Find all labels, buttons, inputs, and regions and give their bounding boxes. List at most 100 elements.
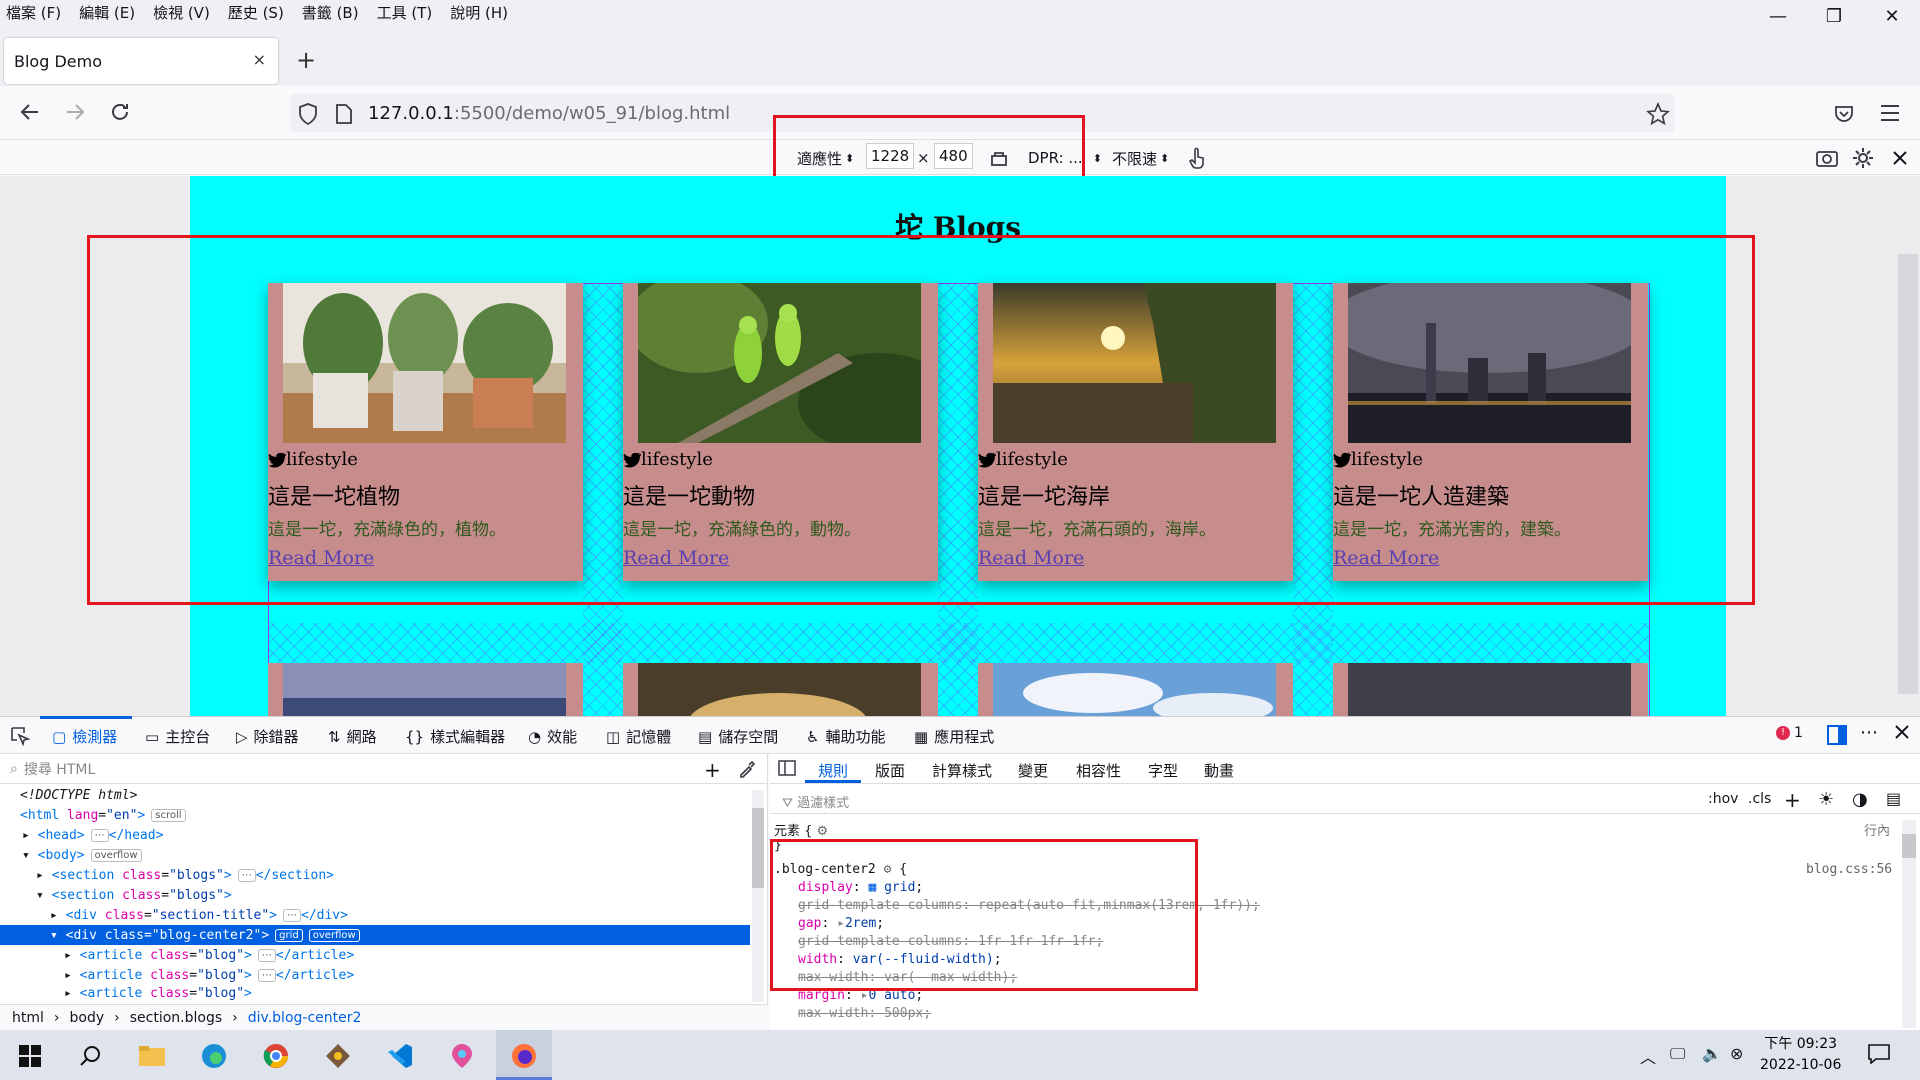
notification-off-icon[interactable]: ⊗ — [1730, 1044, 1743, 1063]
throttle-select[interactable]: 不限速 ⬍ — [1112, 146, 1169, 170]
tab-storage[interactable]: ▤ 儲存空間 — [698, 726, 778, 747]
eyedropper-icon[interactable] — [738, 760, 756, 778]
tab-computed[interactable]: 計算樣式 — [932, 760, 992, 781]
tree-node-html[interactable]: < html lang = "en" > scroll — [0, 805, 750, 825]
vscode-icon[interactable] — [380, 1036, 420, 1076]
add-node-icon[interactable]: + — [704, 758, 721, 782]
viewport-scrollbar[interactable] — [1898, 254, 1918, 694]
page-icon[interactable] — [336, 104, 352, 124]
toggle-sidebar-icon[interactable] — [778, 760, 796, 776]
markup-scrollbar[interactable] — [752, 790, 764, 1002]
edge-icon[interactable] — [194, 1036, 234, 1076]
close-devtools-icon[interactable] — [1894, 724, 1910, 740]
tray-chevron-icon[interactable]: ︿ — [1640, 1044, 1656, 1068]
expand-arrow-icon[interactable]: ▸ — [64, 986, 72, 1001]
gear-icon[interactable]: ⚙ — [817, 824, 829, 839]
tree-node-section[interactable]: ▸ < section class = "blogs" > ⋯ </section> — [0, 865, 750, 885]
tree-node-div-section-title[interactable]: ▸ < div class = "section-title" > ⋯ </div> — [0, 905, 750, 925]
tab-compatibility[interactable]: 相容性 — [1076, 760, 1121, 781]
breadcrumb-item[interactable]: section.blogs — [130, 1010, 222, 1026]
tab-layout[interactable]: 版面 — [875, 760, 905, 781]
action-center-icon[interactable] — [1868, 1044, 1890, 1064]
tab-network[interactable]: ⇅ 網路 — [328, 726, 377, 747]
tab-close-icon[interactable]: × — [253, 50, 266, 69]
paint-app-icon[interactable] — [442, 1036, 482, 1076]
grid-badge[interactable]: grid — [275, 928, 303, 942]
collapsed-badge[interactable]: ⋯ — [90, 828, 109, 842]
tree-node-article[interactable]: ▸ < article class = "blog" > — [0, 985, 750, 1001]
tab-blog-demo[interactable]: Blog Demo × — [4, 38, 278, 84]
tree-node-article[interactable]: ▸ < article class = "blog" > ⋯ </article> — [0, 965, 750, 985]
breadcrumb-item[interactable]: body — [70, 1010, 105, 1026]
forward-icon[interactable] — [63, 100, 87, 124]
tab-rules[interactable]: 規則 — [818, 760, 848, 781]
windows-start-icon[interactable] — [10, 1036, 50, 1076]
clock[interactable]: 下午 09:23 2022-10-06 — [1760, 1034, 1841, 1076]
tab-changes[interactable]: 變更 — [1018, 760, 1048, 781]
more-options-icon[interactable]: ⋯ — [1860, 722, 1878, 743]
file-explorer-icon[interactable] — [132, 1036, 172, 1076]
screenshot-icon[interactable] — [1816, 146, 1838, 170]
menu-tools[interactable]: 工具 (T) — [377, 2, 433, 23]
bookmark-star-icon[interactable] — [1646, 102, 1670, 126]
light-scheme-icon[interactable]: ☀ — [1818, 789, 1834, 810]
overflow-badge[interactable]: overflow — [90, 848, 142, 862]
pocket-icon[interactable] — [1834, 104, 1854, 124]
error-count-badge[interactable]: ! 1 — [1776, 725, 1803, 741]
tab-style-editor[interactable]: {} 樣式編輯器 — [405, 726, 505, 747]
breadcrumb-item-current[interactable]: div.blog-center2 — [248, 1010, 362, 1026]
menu-bookmarks[interactable]: 書籤 (B) — [302, 2, 359, 23]
css-declaration-overridden[interactable]: max-width: 500px; — [798, 1006, 931, 1021]
search-icon[interactable] — [70, 1036, 110, 1076]
tree-node-doctype[interactable]: <!DOCTYPE html> — [0, 785, 750, 805]
settings-gear-icon[interactable] — [1852, 146, 1874, 170]
element-picker-icon[interactable] — [10, 726, 30, 746]
collapsed-badge[interactable]: ⋯ — [237, 868, 256, 882]
tree-node-div-blog-center2[interactable]: ▾ < div class = "blog-center2" > grid overflow — [0, 925, 750, 945]
touch-simulation-icon[interactable] — [1188, 146, 1206, 170]
new-tab-button[interactable]: + — [296, 46, 316, 74]
overflow-badge[interactable]: overflow — [308, 928, 360, 942]
cls-toggle[interactable]: .cls — [1748, 791, 1771, 807]
back-icon[interactable] — [18, 100, 42, 124]
tab-memory[interactable]: ◫ 記憶體 — [606, 726, 671, 747]
tab-inspector[interactable]: ▢ 檢測器 — [52, 726, 117, 747]
collapse-arrow-icon[interactable]: ▾ — [22, 848, 30, 863]
menu-help[interactable]: 說明 (H) — [450, 2, 508, 23]
menu-history[interactable]: 歷史 (S) — [228, 2, 284, 23]
dock-side-icon[interactable] — [1826, 724, 1848, 746]
tree-node-article[interactable]: ▸ < article class = "blog" > ⋯ </article> — [0, 945, 750, 965]
collapsed-badge[interactable]: ⋯ — [283, 908, 301, 922]
search-html-input[interactable]: ⌕ 搜尋 HTML — [0, 754, 768, 784]
volume-icon[interactable]: 🔈 — [1702, 1044, 1722, 1063]
menu-edit[interactable]: 編輯 (E) — [79, 2, 135, 23]
firefox-icon[interactable] — [504, 1036, 544, 1076]
hamburger-menu-icon[interactable] — [1880, 104, 1900, 122]
menu-view[interactable]: 檢視 (V) — [153, 2, 210, 23]
tree-node-section[interactable]: ▾ < section class = "blogs" > — [0, 885, 750, 905]
tab-fonts[interactable]: 字型 — [1148, 760, 1178, 781]
git-app-icon[interactable] — [318, 1036, 358, 1076]
collapse-arrow-icon[interactable]: ▾ — [50, 928, 58, 943]
tab-performance[interactable]: ◔ 效能 — [528, 726, 577, 747]
menu-file[interactable]: 檔案 (F) — [6, 2, 61, 23]
rule-source-link[interactable]: blog.css:56 — [1806, 862, 1892, 877]
tab-accessibility[interactable]: ♿ 輔助功能 — [806, 726, 885, 747]
add-rule-icon[interactable]: + — [1784, 788, 1801, 812]
tab-debugger[interactable]: ▷ 除錯器 — [236, 726, 299, 747]
chrome-icon[interactable] — [256, 1036, 296, 1076]
hov-toggle[interactable]: :hov — [1708, 791, 1738, 807]
expand-arrow-icon[interactable]: ▸ — [22, 828, 30, 843]
scroll-badge[interactable]: scroll — [151, 808, 186, 822]
rules-scrollbar[interactable] — [1902, 820, 1916, 1028]
expand-arrow-icon[interactable]: ▸ — [64, 968, 72, 983]
collapsed-badge[interactable]: ⋯ — [257, 948, 276, 962]
tree-node-head[interactable]: ▸ < head > ⋯ </head> — [0, 825, 750, 845]
shield-icon[interactable] — [298, 103, 318, 125]
print-media-icon[interactable]: ▤ — [1886, 789, 1901, 808]
expand-arrow-icon[interactable]: ▸ — [36, 868, 44, 883]
breadcrumb-item[interactable]: html — [12, 1010, 44, 1026]
expand-arrow-icon[interactable]: ▸ — [64, 948, 72, 963]
tree-node-body[interactable]: ▾ < body > overflow — [0, 845, 750, 865]
reload-icon[interactable] — [108, 100, 132, 124]
